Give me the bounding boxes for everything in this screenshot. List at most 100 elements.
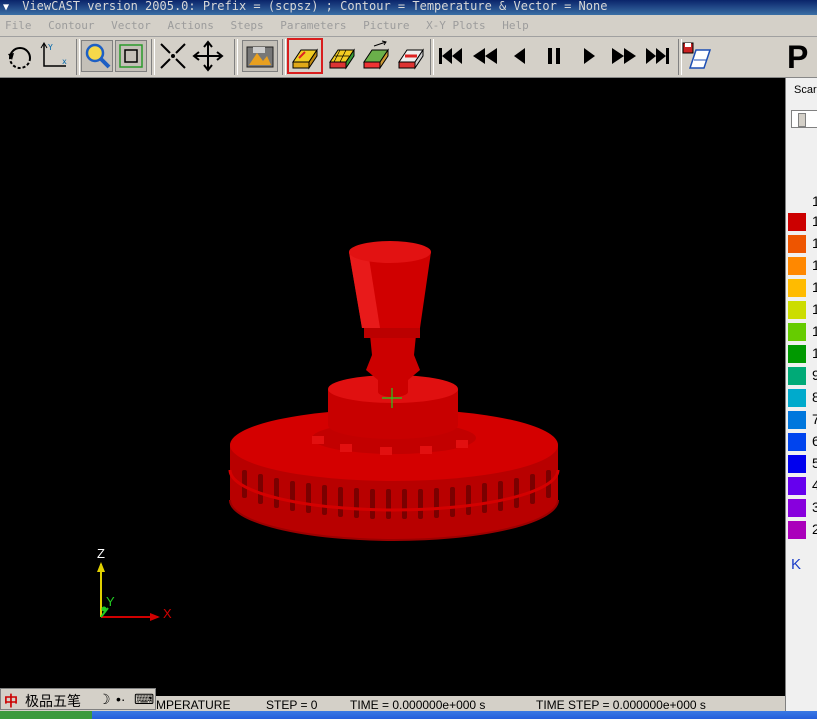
menu-steps[interactable]: Steps <box>225 15 268 32</box>
toolbar-separator <box>282 39 286 75</box>
save-picture-icon[interactable] <box>242 40 278 72</box>
legend-swatch <box>788 477 806 495</box>
3d-viewport[interactable]: Z Y X <box>0 78 785 696</box>
legend-swatch <box>788 345 806 363</box>
shrink-icon[interactable] <box>157 40 189 72</box>
axis-triad <box>97 562 160 621</box>
legend-label: 7 <box>812 411 817 427</box>
record-icon[interactable] <box>682 40 714 72</box>
legend-row: 6 <box>788 432 817 452</box>
panel-title-partial: P <box>787 39 809 75</box>
legend-swatch <box>788 235 806 253</box>
scan-slider[interactable] <box>791 110 817 128</box>
slider-thumb[interactable] <box>798 113 806 127</box>
toolbar-separator <box>234 39 238 75</box>
window-title: ViewCAST version 2005.0: Prefix = (scpsz… <box>22 0 608 13</box>
toolbar: Yx <box>0 37 817 78</box>
legend-swatch <box>788 367 806 385</box>
ime-logo-icon[interactable]: 中 <box>4 691 18 711</box>
legend-panel: Scar 1 1 1 1 1 1 1 1 9 8 7 6 5 4 3 2 K <box>785 78 817 719</box>
legend-label: 1 <box>812 257 817 273</box>
legend-swatch <box>788 279 806 297</box>
legend-label: 4 <box>812 477 817 493</box>
contour-mode-icon[interactable] <box>287 38 323 74</box>
menu-xy-plots[interactable]: X-Y Plots <box>421 15 491 32</box>
legend-label: 1 <box>812 235 817 251</box>
legend-swatch <box>788 521 806 539</box>
legend-row: 1 <box>788 278 817 298</box>
legend-label: 1 <box>812 279 817 295</box>
axes-icon[interactable]: Yx <box>38 40 70 72</box>
svg-text:Y: Y <box>48 43 53 52</box>
legend-swatch <box>788 433 806 451</box>
status-field: MPERATURE <box>156 698 231 712</box>
status-bar: MPERATURE STEP = 0 TIME = 0.000000e+000 … <box>156 697 785 712</box>
menu-parameters[interactable]: Parameters <box>275 15 351 32</box>
legend-row: 2 <box>788 520 817 540</box>
legend-row: 3 <box>788 498 817 518</box>
first-step-icon[interactable] <box>434 40 466 72</box>
legend-label: 8 <box>812 389 817 405</box>
axis-label-x: X <box>163 606 172 621</box>
legend-label: 1 <box>812 323 817 339</box>
toolbar-separator <box>76 39 80 75</box>
legend-label: 3 <box>812 499 817 515</box>
contour-mesh-icon[interactable] <box>326 40 358 72</box>
legend-label: 1 <box>812 345 817 361</box>
legend-label: 1 <box>812 213 817 229</box>
legend-row: 1 <box>788 322 817 342</box>
fast-rewind-icon[interactable] <box>469 40 501 72</box>
axis-label-z: Z <box>97 546 105 561</box>
windows-taskbar <box>0 711 817 719</box>
menu-vector[interactable]: Vector <box>106 15 156 32</box>
status-time: TIME = 0.000000e+000 s <box>350 698 486 712</box>
legend-label: 5 <box>812 455 817 471</box>
legend-row: 1 <box>788 256 817 276</box>
legend-label: 2 <box>812 521 817 537</box>
ime-punct-icon[interactable]: •· <box>116 691 126 707</box>
rotate-icon[interactable] <box>4 40 36 72</box>
step-forward-icon[interactable] <box>573 40 605 72</box>
legend-swatch <box>788 301 806 319</box>
last-step-icon[interactable] <box>642 40 674 72</box>
legend-swatch <box>788 455 806 473</box>
pause-icon[interactable] <box>538 40 570 72</box>
status-time-step: TIME STEP = 0.000000e+000 s <box>536 698 706 712</box>
legend-row: 4 <box>788 476 817 496</box>
ime-moon-icon[interactable]: ☽ <box>98 691 111 708</box>
ime-name[interactable]: 极品五笔 <box>25 691 81 711</box>
menu-picture[interactable]: Picture <box>358 15 414 32</box>
legend-unit: K <box>791 556 802 573</box>
legend-row: 1 <box>788 212 817 232</box>
legend-swatch <box>788 411 806 429</box>
fast-forward-icon[interactable] <box>608 40 640 72</box>
legend-row: 5 <box>788 454 817 474</box>
ime-toolbar[interactable]: 中 极品五笔 ☽ •· ⌨ <box>0 688 156 710</box>
fit-window-icon[interactable] <box>115 40 147 72</box>
legend-swatch <box>788 499 806 517</box>
legend-row: 9 <box>788 366 817 386</box>
casting-model <box>97 241 560 621</box>
section-mode-icon[interactable] <box>395 40 427 72</box>
legend-top-label: 1 <box>812 193 817 209</box>
legend-row: 8 <box>788 388 817 408</box>
legend-swatch <box>788 323 806 341</box>
menu-file[interactable]: File <box>0 15 37 32</box>
pan-icon[interactable] <box>192 40 224 72</box>
toolbar-separator <box>151 39 155 75</box>
legend-label: 9 <box>812 367 817 383</box>
menu-help[interactable]: Help <box>497 15 534 32</box>
legend-row: 1 <box>788 234 817 254</box>
status-step: STEP = 0 <box>266 698 318 712</box>
step-back-icon[interactable] <box>504 40 536 72</box>
vector-mode-icon[interactable] <box>360 40 392 72</box>
zoom-icon[interactable] <box>81 40 113 72</box>
menu-actions[interactable]: Actions <box>162 15 218 32</box>
legend-row: 1 <box>788 300 817 320</box>
start-button[interactable] <box>0 711 92 719</box>
ime-keyboard-icon[interactable]: ⌨ <box>134 691 154 708</box>
legend-swatch <box>788 213 806 231</box>
legend-row: 1 <box>788 344 817 364</box>
menu-contour[interactable]: Contour <box>43 15 99 32</box>
app-icon: ▼ <box>3 2 10 13</box>
